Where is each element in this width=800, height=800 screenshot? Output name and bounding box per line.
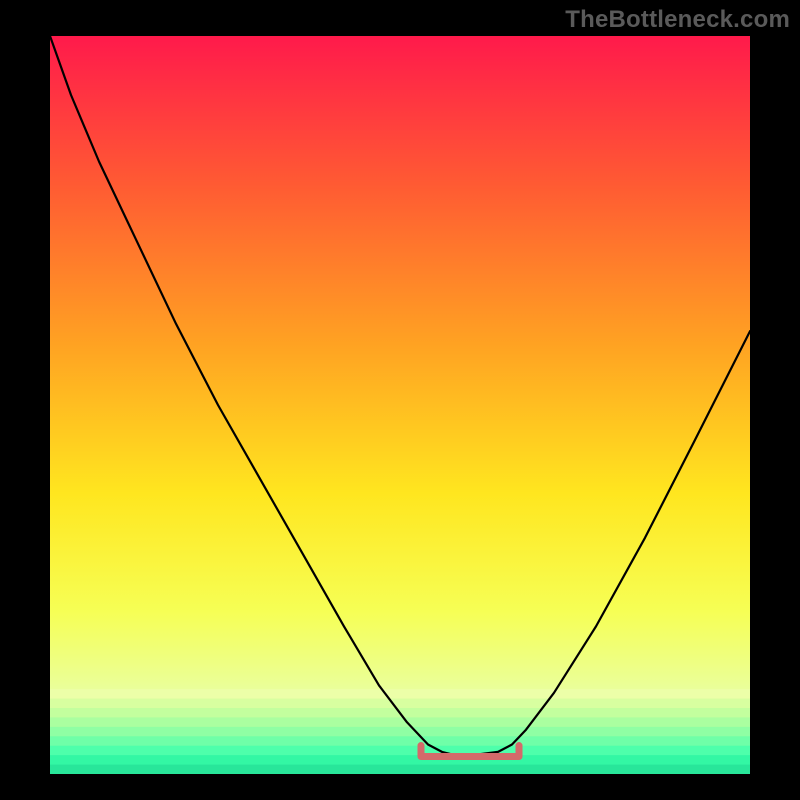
baseline-stripe: [50, 727, 750, 737]
baseline-stripe: [50, 699, 750, 709]
gradient-background: [50, 36, 750, 774]
plot-area: [50, 36, 750, 774]
plot-svg: [50, 36, 750, 774]
baseline-stripe: [50, 765, 750, 774]
chart-frame: TheBottleneck.com: [0, 0, 800, 800]
baseline-stripe: [50, 736, 750, 746]
baseline-stripe: [50, 746, 750, 756]
watermark-text: TheBottleneck.com: [565, 6, 790, 34]
baseline-stripe: [50, 717, 750, 727]
baseline-stripe: [50, 755, 750, 765]
baseline-stripe: [50, 689, 750, 699]
